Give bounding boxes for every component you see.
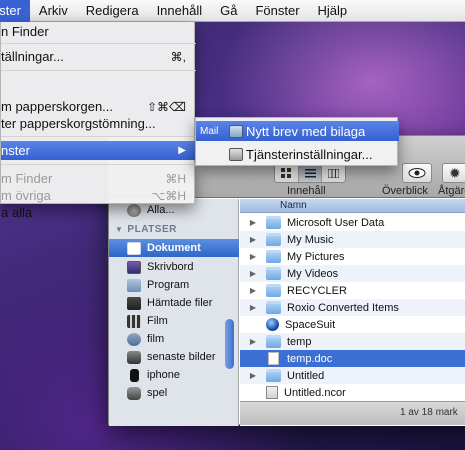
menu-item-installningar[interactable]: tällningar... ⌘, bbox=[1, 47, 196, 66]
list-item[interactable]: ▶ My Pictures bbox=[240, 248, 465, 265]
sidebar-item-hamtade-filer[interactable]: Hämtade filer bbox=[109, 294, 239, 312]
submenu-group-label: Mail bbox=[200, 125, 219, 137]
list-item-selected[interactable]: temp.doc bbox=[240, 350, 465, 367]
applications-icon bbox=[127, 278, 141, 292]
disclosure-triangle-icon[interactable]: ▶ bbox=[248, 269, 258, 278]
sidebar-item-film-lower[interactable]: film bbox=[109, 330, 239, 348]
iphone-icon bbox=[130, 368, 139, 382]
menu-fonster[interactable]: Fönster bbox=[246, 0, 308, 22]
disclosure-triangle-icon[interactable]: ▶ bbox=[248, 286, 258, 295]
menu-item-visa-alla[interactable]: a alla bbox=[1, 203, 196, 221]
services-submenu: Mail Nytt brev med bilaga Tjänsterinstäl… bbox=[195, 117, 399, 166]
games-icon bbox=[127, 386, 141, 400]
folder-icon bbox=[266, 233, 281, 246]
sidebar-item-iphone[interactable]: iphone bbox=[109, 366, 239, 384]
folder-icon bbox=[266, 335, 281, 348]
list-item[interactable]: ▶ Untitled bbox=[240, 367, 465, 384]
mail-attachment-icon bbox=[229, 124, 243, 138]
gear-icon: ✹ bbox=[449, 164, 461, 181]
document-icon bbox=[268, 352, 279, 365]
list-item[interactable]: ▶ Roxio Converted Items bbox=[240, 299, 465, 316]
sidebar-item-skrivbord[interactable]: Skrivbord bbox=[109, 258, 239, 276]
sidebar-scrollbar[interactable] bbox=[225, 319, 234, 369]
menu-item-tjanster[interactable]: nster ▶ bbox=[1, 141, 196, 160]
list-item[interactable]: ▶ temp bbox=[240, 333, 465, 350]
menu-item-saker-papperskorgstomning[interactable]: ter papperskorgstömning... bbox=[1, 114, 196, 133]
menu-separator bbox=[1, 43, 196, 44]
desktop-icon bbox=[127, 260, 141, 274]
menu-hjalp[interactable]: Hjälp bbox=[309, 0, 357, 22]
menu-separator bbox=[1, 164, 196, 165]
menu-ga[interactable]: Gå bbox=[211, 0, 246, 22]
list-view-button[interactable] bbox=[297, 164, 322, 182]
file-list: Namn ▶ Microsoft User Data ▶ My Music ▶ … bbox=[240, 199, 465, 426]
eye-icon bbox=[408, 168, 426, 178]
menu-arkiv-partial-active[interactable]: nster bbox=[0, 0, 30, 22]
menu-arkiv[interactable]: Arkiv bbox=[30, 0, 77, 22]
services-settings-icon bbox=[229, 147, 243, 161]
list-item[interactable]: Untitled.ncor bbox=[240, 384, 465, 401]
menu-innehall[interactable]: Innehåll bbox=[148, 0, 212, 22]
folder-icon bbox=[266, 301, 281, 314]
documents-icon bbox=[127, 241, 141, 255]
columns-icon bbox=[328, 168, 340, 178]
sidebar-item-dokument[interactable]: Dokument bbox=[109, 239, 239, 257]
sidebar-section-platser[interactable]: ▼ PLATSER bbox=[115, 224, 177, 235]
disclosure-triangle-icon[interactable]: ▶ bbox=[248, 235, 258, 244]
sidebar-item-film[interactable]: Film bbox=[109, 312, 239, 330]
folder-icon bbox=[266, 216, 281, 229]
sidebar-item-senaste-bilder[interactable]: senaste bilder bbox=[109, 348, 239, 366]
list-item[interactable]: ▶ Microsoft User Data bbox=[240, 214, 465, 231]
sidebar-item-spel[interactable]: spel bbox=[109, 384, 239, 402]
list-icon bbox=[304, 168, 316, 177]
disclosure-triangle-icon[interactable]: ▶ bbox=[248, 337, 258, 346]
list-item[interactable]: ▶ My Music bbox=[240, 231, 465, 248]
sidebar-item-program[interactable]: Program bbox=[109, 276, 239, 294]
app-icon bbox=[266, 318, 279, 331]
view-segmented-control[interactable] bbox=[274, 163, 346, 183]
quicklook-button[interactable] bbox=[402, 163, 432, 183]
downloads-icon bbox=[127, 296, 141, 310]
disclosure-triangle-icon[interactable]: ▶ bbox=[248, 371, 258, 380]
folder-icon bbox=[127, 332, 141, 346]
list-item[interactable]: ▶ RECYCLER bbox=[240, 282, 465, 299]
icon-view-button[interactable] bbox=[275, 164, 298, 182]
submenu-item-tjansterinstallningar[interactable]: Tjänsterinställningar... bbox=[196, 144, 399, 164]
menu-item-om-finder[interactable]: n Finder bbox=[1, 22, 196, 41]
list-item[interactable]: SpaceSuit bbox=[240, 316, 465, 333]
smart-folder-icon bbox=[127, 350, 141, 364]
finder-sidebar: Alla... ▼ PLATSER Dokument Skrivbord Pro… bbox=[109, 199, 239, 426]
menu-separator bbox=[1, 136, 196, 137]
submenu-item-nytt-brev-med-bilaga[interactable]: Mail Nytt brev med bilaga bbox=[196, 121, 399, 141]
disclosure-triangle-icon[interactable]: ▶ bbox=[248, 252, 258, 261]
folder-icon bbox=[266, 250, 281, 263]
column-view-button[interactable] bbox=[321, 164, 345, 182]
folder-icon bbox=[266, 284, 281, 297]
file-icon bbox=[266, 386, 278, 399]
quicklook-label: Överblick bbox=[382, 185, 428, 197]
folder-icon bbox=[266, 267, 281, 280]
menu-separator bbox=[1, 70, 196, 71]
action-label: Åtgärd bbox=[438, 185, 465, 197]
action-button[interactable]: ✹▼ bbox=[442, 163, 465, 183]
disclosure-triangle-icon[interactable]: ▶ bbox=[248, 218, 258, 227]
list-item[interactable]: ▶ My Videos bbox=[240, 265, 465, 282]
disclosure-triangle-icon: ▼ bbox=[115, 225, 124, 234]
view-label: Innehåll bbox=[287, 185, 326, 197]
submenu-arrow-icon: ▶ bbox=[178, 145, 186, 156]
folder-icon bbox=[266, 369, 281, 382]
grid-icon bbox=[281, 168, 292, 178]
column-header-name[interactable]: Namn bbox=[240, 199, 465, 213]
disclosure-triangle-icon[interactable]: ▶ bbox=[248, 303, 258, 312]
movies-icon bbox=[127, 314, 141, 328]
file-menu-dropdown: n Finder tällningar... ⌘, m papperskorge… bbox=[0, 22, 196, 220]
menu-bar: nster Arkiv Redigera Innehåll Gå Fönster… bbox=[0, 0, 465, 22]
menu-redigera[interactable]: Redigera bbox=[77, 0, 148, 22]
status-bar: 1 av 18 mark bbox=[240, 401, 465, 425]
